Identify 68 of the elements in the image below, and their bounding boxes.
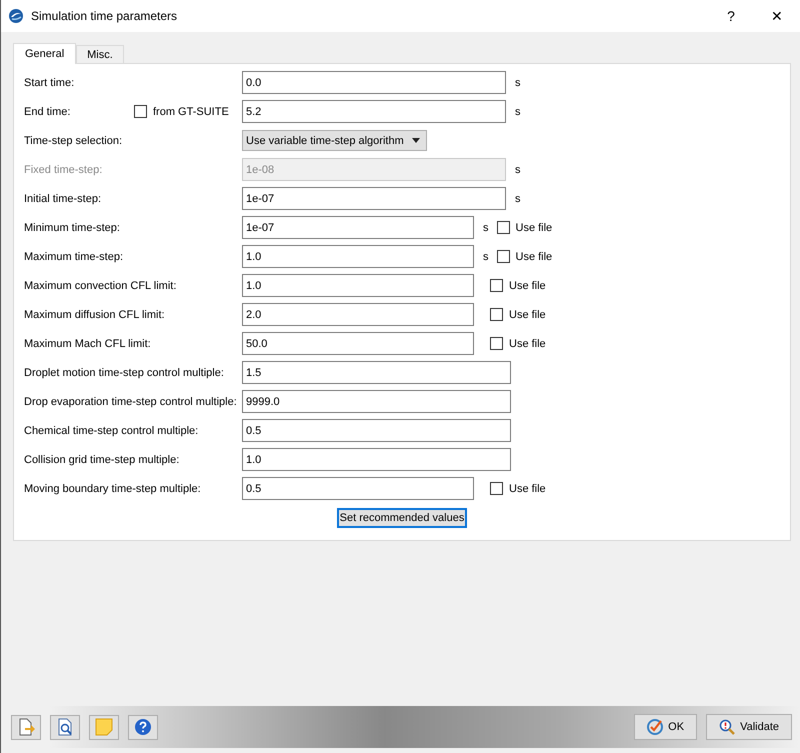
checkbox[interactable] xyxy=(496,221,510,234)
caret-icon xyxy=(412,138,420,143)
close-button[interactable]: ✕ xyxy=(754,0,800,32)
document-magnifier-icon xyxy=(56,718,74,736)
checkbox-label: Use file xyxy=(509,308,546,320)
help-button[interactable] xyxy=(128,714,158,740)
checkbox-label: Use file xyxy=(516,222,552,234)
checkbox[interactable] xyxy=(490,337,503,350)
field-label: Fixed time-step: xyxy=(24,162,104,176)
help-button[interactable]: ? xyxy=(708,0,754,32)
input-field[interactable]: 1.0 xyxy=(242,274,474,297)
window-title: Simulation time parameters xyxy=(31,9,178,23)
checkbox[interactable] xyxy=(496,250,510,263)
checkbox-label: Use file xyxy=(509,280,546,292)
document-arrow-icon xyxy=(17,718,35,736)
checkbox[interactable] xyxy=(490,308,503,321)
checkbox-label: from GT-SUITE xyxy=(153,106,229,118)
preview-button[interactable] xyxy=(50,714,80,740)
sticky-note-icon xyxy=(95,718,113,736)
unit-label: s xyxy=(483,222,488,234)
field-label: Drop evaporation time-step control multiple: xyxy=(24,394,237,408)
checkbox-label: Use file xyxy=(509,482,546,494)
checkbox-label: Use file xyxy=(516,250,552,262)
unit-label: s xyxy=(515,106,520,118)
unit-label: s xyxy=(515,192,520,204)
unit-label: s xyxy=(515,76,520,88)
input-field[interactable]: 0.5 xyxy=(242,477,474,500)
input-field[interactable]: 5.2 xyxy=(242,100,506,123)
unit-label: s xyxy=(515,164,520,176)
ok-button[interactable]: OK xyxy=(634,714,698,740)
input-field[interactable]: 50.0 xyxy=(242,332,474,355)
field-label: Time-step selection: xyxy=(24,134,124,148)
input-field[interactable]: 1.5 xyxy=(242,361,511,384)
app-logo-icon xyxy=(8,8,24,24)
input-field[interactable]: 1.0 xyxy=(242,245,474,268)
input-field[interactable]: 1e-07 xyxy=(242,187,506,210)
input-field[interactable]: 9999.0 xyxy=(242,390,511,413)
field-label: Maximum convection CFL limit: xyxy=(24,278,176,292)
input-field[interactable]: 0.5 xyxy=(242,419,511,442)
field-label: Start time: xyxy=(24,76,76,90)
checkbox-label: Use file xyxy=(509,338,546,350)
field-label: Initial time-step: xyxy=(24,192,102,206)
input-field[interactable]: 0.0 xyxy=(242,71,506,94)
tab[interactable]: Misc. xyxy=(76,45,124,63)
dropdown[interactable]: Use variable time-step algorithm xyxy=(242,130,427,151)
set-recommended-button[interactable]: Set recommended values xyxy=(336,508,468,528)
checkbox[interactable] xyxy=(490,482,503,495)
export-button[interactable] xyxy=(11,714,41,740)
field-label: Minimum time-step: xyxy=(24,220,121,234)
field-label: Maximum Mach CFL limit: xyxy=(24,336,151,350)
field-label: Maximum time-step: xyxy=(24,250,124,264)
input-field[interactable]: 1.0 xyxy=(242,448,511,471)
help-icon xyxy=(134,718,152,736)
field-label: Collision grid time-step multiple: xyxy=(24,452,180,466)
unit-label: s xyxy=(483,250,488,262)
field-label: Chemical time-step control multiple: xyxy=(24,424,198,438)
input-field[interactable]: 2.0 xyxy=(242,303,474,326)
check-icon xyxy=(647,719,664,735)
field-label: Moving boundary time-step multiple: xyxy=(24,482,201,496)
field-label: Maximum diffusion CFL limit: xyxy=(24,308,165,322)
field-label: Droplet motion time-step control multiple: xyxy=(24,366,224,380)
checkbox[interactable] xyxy=(490,279,503,292)
magnifier-icon xyxy=(719,719,736,735)
input-field[interactable]: 1e-07 xyxy=(242,216,474,239)
tab[interactable]: General xyxy=(13,43,76,64)
checkbox[interactable] xyxy=(134,105,147,118)
field-label: End time: xyxy=(24,104,72,118)
validate-button[interactable]: Validate xyxy=(706,714,792,740)
